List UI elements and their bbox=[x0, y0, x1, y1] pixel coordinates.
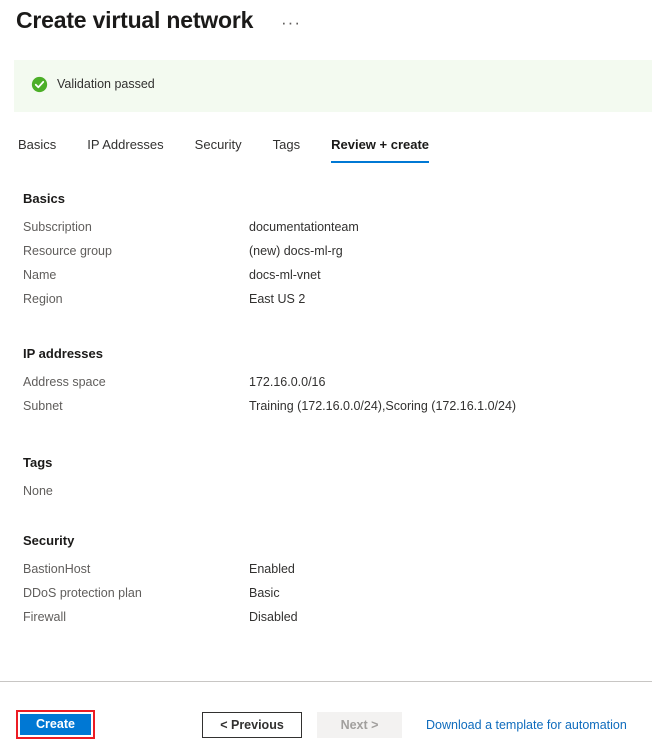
security-rows: BastionHost Enabled DDoS protection plan… bbox=[0, 561, 652, 633]
page-header: Create virtual network ··· bbox=[0, 0, 652, 55]
tags-value: None bbox=[23, 484, 53, 498]
summary-row: BastionHost Enabled bbox=[0, 561, 652, 585]
section-title-tags: Tags bbox=[23, 455, 53, 470]
row-value: Basic bbox=[249, 586, 280, 600]
create-button[interactable]: Create bbox=[20, 714, 91, 735]
row-value: documentationteam bbox=[249, 220, 359, 234]
next-button: Next > bbox=[317, 712, 402, 738]
page-title: Create virtual network bbox=[16, 7, 254, 33]
ip-addresses-rows: Address space 172.16.0.0/16 Subnet Train… bbox=[0, 374, 652, 422]
row-label: Subscription bbox=[23, 220, 92, 234]
row-value: 172.16.0.0/16 bbox=[249, 375, 326, 389]
more-options-icon[interactable]: ··· bbox=[281, 13, 301, 33]
row-label: Firewall bbox=[23, 610, 67, 624]
summary-row: DDoS protection plan Basic bbox=[0, 585, 652, 609]
row-label: BastionHost bbox=[23, 562, 91, 576]
row-value: (new) docs-ml-rg bbox=[249, 244, 343, 258]
row-label: Name bbox=[23, 268, 57, 282]
row-value: Training (172.16.0.0/24),Scoring (172.16… bbox=[249, 399, 517, 413]
validation-content: Validation passed bbox=[31, 76, 155, 93]
summary-row: Subscription documentationteam bbox=[0, 219, 652, 243]
summary-row: Resource group (new) docs-ml-rg bbox=[0, 243, 652, 267]
tab-security[interactable]: Security bbox=[195, 136, 242, 163]
tab-ip-addresses[interactable]: IP Addresses bbox=[87, 136, 163, 163]
section-title-security: Security bbox=[23, 533, 75, 548]
check-circle-icon bbox=[31, 76, 48, 93]
section-basics: Basics Subscription documentationteam Re… bbox=[0, 190, 652, 315]
tab-basics[interactable]: Basics bbox=[18, 136, 56, 163]
wizard-tabs: Basics IP Addresses Security Tags Review… bbox=[18, 136, 430, 166]
section-title-basics: Basics bbox=[23, 191, 65, 206]
row-value: docs-ml-vnet bbox=[249, 268, 321, 282]
summary-row: Address space 172.16.0.0/16 bbox=[0, 374, 652, 398]
previous-button[interactable]: < Previous bbox=[202, 712, 302, 738]
row-value: Enabled bbox=[249, 562, 295, 576]
review-summary: Basics Subscription documentationteam Re… bbox=[0, 190, 652, 633]
validation-message: Validation passed bbox=[57, 77, 155, 91]
summary-row: Subnet Training (172.16.0.0/24),Scoring … bbox=[0, 398, 652, 422]
summary-row: Name docs-ml-vnet bbox=[0, 267, 652, 291]
summary-row: Firewall Disabled bbox=[0, 609, 652, 633]
create-button-highlight: Create bbox=[16, 710, 95, 739]
download-template-link[interactable]: Download a template for automation bbox=[426, 717, 627, 734]
section-ip-addresses: IP addresses Address space 172.16.0.0/16… bbox=[0, 345, 652, 422]
row-label: Region bbox=[23, 292, 63, 306]
tags-rows: None bbox=[0, 483, 652, 500]
row-value: Disabled bbox=[249, 610, 298, 624]
row-label: Address space bbox=[23, 375, 106, 389]
row-value: East US 2 bbox=[249, 292, 306, 306]
row-label: Resource group bbox=[23, 244, 112, 258]
section-security: Security BastionHost Enabled DDoS protec… bbox=[0, 532, 652, 633]
section-tags: Tags None bbox=[0, 454, 652, 500]
row-label: DDoS protection plan bbox=[23, 586, 142, 600]
section-title-ip-addresses: IP addresses bbox=[23, 346, 103, 361]
basics-rows: Subscription documentationteam Resource … bbox=[0, 219, 652, 315]
validation-banner: Validation passed bbox=[14, 60, 652, 112]
row-label: Subnet bbox=[23, 399, 63, 413]
tab-review-create[interactable]: Review + create bbox=[331, 136, 430, 163]
tab-tags[interactable]: Tags bbox=[273, 136, 300, 163]
summary-row: Region East US 2 bbox=[0, 291, 652, 315]
